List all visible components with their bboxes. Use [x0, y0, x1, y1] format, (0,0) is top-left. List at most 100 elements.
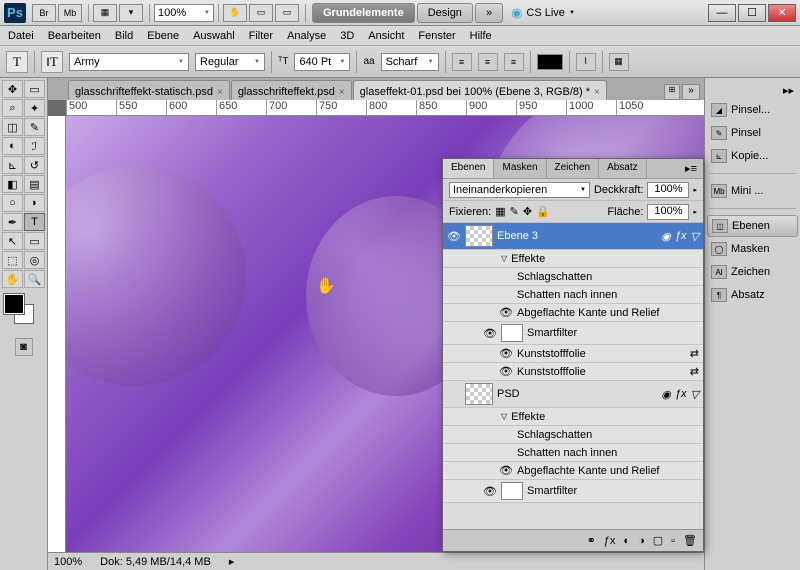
lock-image-button[interactable]: ✎	[510, 205, 519, 218]
minimize-button[interactable]: —	[708, 4, 736, 22]
path-tool[interactable]: ↖	[2, 232, 23, 250]
menu-analyse[interactable]: Analyse	[287, 30, 326, 42]
visibility-icon[interactable]: 👁	[499, 347, 513, 360]
layer-filter-row[interactable]: 👁Kunststofffolie⇄	[443, 345, 703, 363]
text-color-swatch[interactable]	[537, 54, 563, 70]
panel-absatz[interactable]: ¶Absatz	[707, 284, 798, 306]
wand-tool[interactable]: ✦	[24, 99, 45, 117]
menu-hilfe[interactable]: Hilfe	[470, 30, 492, 42]
layer-effect-row[interactable]: Schatten nach innen	[443, 444, 703, 462]
arrange-button[interactable]: ▭	[249, 4, 273, 22]
pen-tool[interactable]: ✒	[2, 213, 23, 231]
crop-tool[interactable]: ◫	[2, 118, 23, 136]
layer-effect-row[interactable]: Schatten nach innen	[443, 286, 703, 304]
fx-icon[interactable]: ƒx	[675, 230, 687, 243]
menu-bearbeiten[interactable]: Bearbeiten	[48, 30, 101, 42]
layer-effects-row[interactable]: ▽Effekte	[443, 408, 703, 426]
visibility-icon[interactable]: 👁	[483, 485, 497, 498]
new-layer-button[interactable]: ▫	[671, 535, 675, 547]
tab-scroll-button[interactable]: ⊞	[664, 84, 680, 100]
visibility-icon[interactable]: 👁	[499, 464, 513, 477]
cslive-label[interactable]: CS Live	[526, 7, 565, 19]
panel-pinsel[interactable]: ✎Pinsel	[707, 122, 798, 144]
antialias-dropdown[interactable]: Scharf	[381, 53, 439, 71]
heal-tool[interactable]: ◐	[2, 137, 23, 155]
layer-smartfilter-row[interactable]: 👁Smartfilter	[443, 480, 703, 503]
eyedropper-tool[interactable]: ✎	[24, 118, 45, 136]
lp-tab-absatz[interactable]: Absatz	[599, 159, 647, 178]
align-left-button[interactable]: ≡	[452, 53, 472, 71]
panel-zeichen[interactable]: AlZeichen	[707, 261, 798, 283]
layer-effects-row[interactable]: ▽Effekte	[443, 250, 703, 268]
menu-ebene[interactable]: Ebene	[147, 30, 179, 42]
text-orientation-button[interactable]: ‖T	[41, 51, 63, 73]
panel-kopie[interactable]: ⊾Kopie...	[707, 145, 798, 167]
hand-tool[interactable]: ✋	[2, 270, 23, 288]
fill-field[interactable]: 100%	[647, 204, 689, 220]
lasso-tool[interactable]: ⌕	[2, 99, 23, 117]
zoom-tool[interactable]: 🔍	[24, 270, 45, 288]
3d-tool[interactable]: ⬚	[2, 251, 23, 269]
view-button[interactable]: ▾	[119, 4, 143, 22]
adjust-button[interactable]: ◑	[638, 535, 645, 547]
color-swatches[interactable]	[2, 294, 42, 330]
delete-button[interactable]: 🗑	[683, 534, 697, 547]
layer-effect-row[interactable]: 👁Abgeflachte Kante und Relief	[443, 462, 703, 480]
lp-tab-masken[interactable]: Masken	[494, 159, 546, 178]
visibility-icon[interactable]: 👁	[447, 230, 461, 243]
layer-effect-row[interactable]: Schlagschatten	[443, 426, 703, 444]
dodge-tool[interactable]: ◗	[24, 194, 45, 212]
brush-tool[interactable]: ℐ	[24, 137, 45, 155]
font-size-field[interactable]: 640 Pt	[294, 53, 350, 71]
panel-menu-icon[interactable]: ▸≡	[679, 159, 703, 178]
shape-tool[interactable]: ▭	[24, 232, 45, 250]
quickmask-button[interactable]: ◙	[15, 338, 33, 356]
move-tool[interactable]: ✥	[2, 80, 23, 98]
workspace-grundelemente[interactable]: Grundelemente	[312, 3, 415, 23]
font-family-dropdown[interactable]: Army	[69, 53, 189, 71]
lp-tab-ebenen[interactable]: Ebenen	[443, 159, 494, 178]
workspace-more[interactable]: »	[475, 3, 503, 23]
zoom-status[interactable]: 100%	[54, 556, 82, 568]
visibility-icon[interactable]: 👁	[499, 306, 513, 319]
visibility-icon[interactable]: 👁	[499, 365, 513, 378]
align-right-button[interactable]: ≡	[504, 53, 524, 71]
menu-ansicht[interactable]: Ansicht	[368, 30, 404, 42]
hand-tool-button[interactable]: ✋	[223, 4, 247, 22]
stamp-tool[interactable]: ⊾	[2, 156, 23, 174]
menu-3d[interactable]: 3D	[340, 30, 354, 42]
layer-row[interactable]: PSD ◉ƒx▽	[443, 381, 703, 408]
warp-text-button[interactable]: ⌇	[576, 53, 596, 71]
menu-fenster[interactable]: Fenster	[418, 30, 455, 42]
zoom-dropdown[interactable]: 100%	[154, 4, 214, 22]
minibridge-button[interactable]: Mb	[58, 4, 82, 22]
layer-effect-row[interactable]: Schlagschatten	[443, 268, 703, 286]
font-weight-dropdown[interactable]: Regular	[195, 53, 265, 71]
blur-tool[interactable]: ○	[2, 194, 23, 212]
visibility-icon[interactable]: 👁	[483, 327, 497, 340]
layer-effect-row[interactable]: 👁Abgeflachte Kante und Relief	[443, 304, 703, 322]
camera-tool[interactable]: ◎	[24, 251, 45, 269]
gradient-tool[interactable]: ▤	[24, 175, 45, 193]
tab-menu-button[interactable]: »	[682, 84, 700, 100]
tab-0[interactable]: glasschrifteffekt-statisch.psd×	[68, 80, 230, 100]
panel-ebenen[interactable]: ◫Ebenen	[707, 215, 798, 237]
panel-masken[interactable]: ◯Masken	[707, 238, 798, 260]
type-tool[interactable]: T	[24, 213, 45, 231]
close-icon[interactable]: ×	[594, 87, 600, 98]
menu-auswahl[interactable]: Auswahl	[193, 30, 235, 42]
workspace-design[interactable]: Design	[417, 3, 473, 23]
mask-button[interactable]: ◐	[623, 535, 630, 547]
lock-transparency-button[interactable]: ▦	[495, 205, 505, 218]
close-button[interactable]: ✕	[768, 4, 796, 22]
marquee-tool[interactable]: ▭	[24, 80, 45, 98]
folder-button[interactable]: ▢	[653, 534, 663, 547]
fx-icon[interactable]: ƒx	[675, 388, 687, 401]
lock-position-button[interactable]: ✥	[523, 205, 532, 218]
align-center-button[interactable]: ≡	[478, 53, 498, 71]
layer-filter-row[interactable]: 👁Kunststofffolie⇄	[443, 363, 703, 381]
tab-1[interactable]: glasschrifteffekt.psd×	[231, 80, 352, 100]
eraser-tool[interactable]: ◧	[2, 175, 23, 193]
filter-settings-icon[interactable]: ⇄	[690, 365, 699, 378]
menu-bild[interactable]: Bild	[115, 30, 133, 42]
